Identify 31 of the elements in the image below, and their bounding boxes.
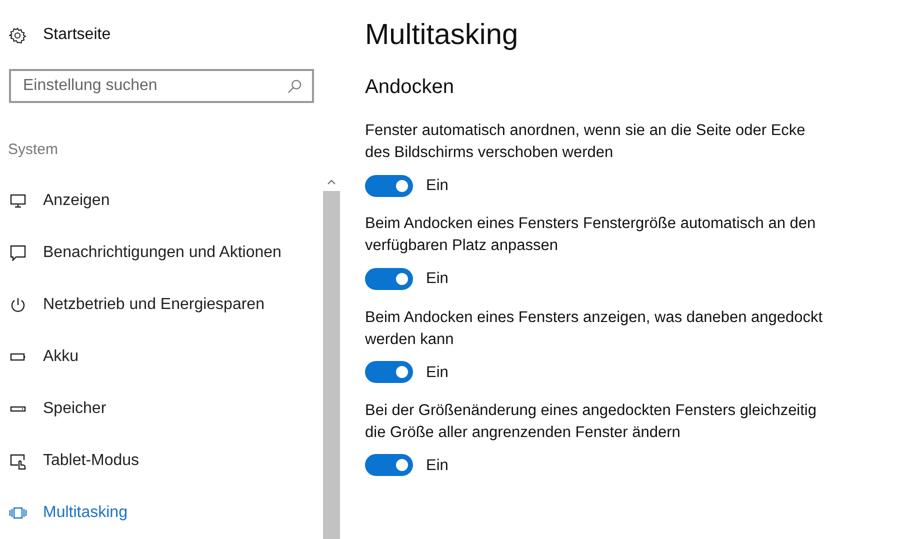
search-field[interactable]: Einstellung suchen [9, 68, 314, 102]
toggle-state: Ein [426, 456, 448, 476]
monitor-icon [9, 192, 27, 210]
setting-description: Bei der Größenänderung eines angedockten Fensters gleichzeitig die Größe aller angrenzenden Fenster ändern [365, 400, 818, 443]
home-link[interactable]: Startseite [43, 23, 111, 48]
setting-description: Fenster automatisch anordnen, wenn sie an die Seite oder Ecke des Bildschirms verschoben werden [365, 121, 806, 163]
search-icon [287, 78, 302, 94]
sidebar-item[interactable]: Multitasking [0, 487, 323, 539]
sidebar-item[interactable]: Akku [0, 331, 323, 383]
toggle-switch[interactable] [365, 361, 413, 384]
toggle-state: Ein [426, 362, 448, 382]
power-icon [9, 296, 27, 314]
sidebar-item[interactable]: Anzeigen [0, 175, 323, 227]
sidebar-item[interactable]: Tablet-Modus [0, 435, 323, 487]
section-heading: Andocken [365, 75, 455, 100]
toggle-switch[interactable] [365, 174, 413, 197]
sidebar-item[interactable]: Benachrichtigungen und Aktionen [0, 227, 323, 279]
setting-description: Beim Andocken eines Fensters anzeigen, was daneben angedockt werden kann [365, 308, 824, 350]
toggle-switch[interactable] [365, 268, 413, 290]
message-icon [9, 244, 27, 262]
sidebar-item[interactable]: Netzbetrieb und Energiesparen [0, 279, 323, 331]
section-heading: System [8, 140, 60, 160]
sidebar-item[interactable]: Speicher [0, 383, 323, 435]
page-title: Multitasking [365, 18, 520, 53]
toggle-switch[interactable] [365, 454, 413, 476]
toggle-state: Ein [426, 176, 448, 196]
scrollbar-thumb[interactable] [323, 191, 340, 539]
settings-icon [9, 26, 26, 44]
tablet-icon [9, 452, 27, 470]
toggle-state: Ein [426, 269, 448, 290]
setting-description: Beim Andocken eines Fensters Fenstergröße automatisch an den verfügbaren Platz anpassen [365, 214, 817, 256]
